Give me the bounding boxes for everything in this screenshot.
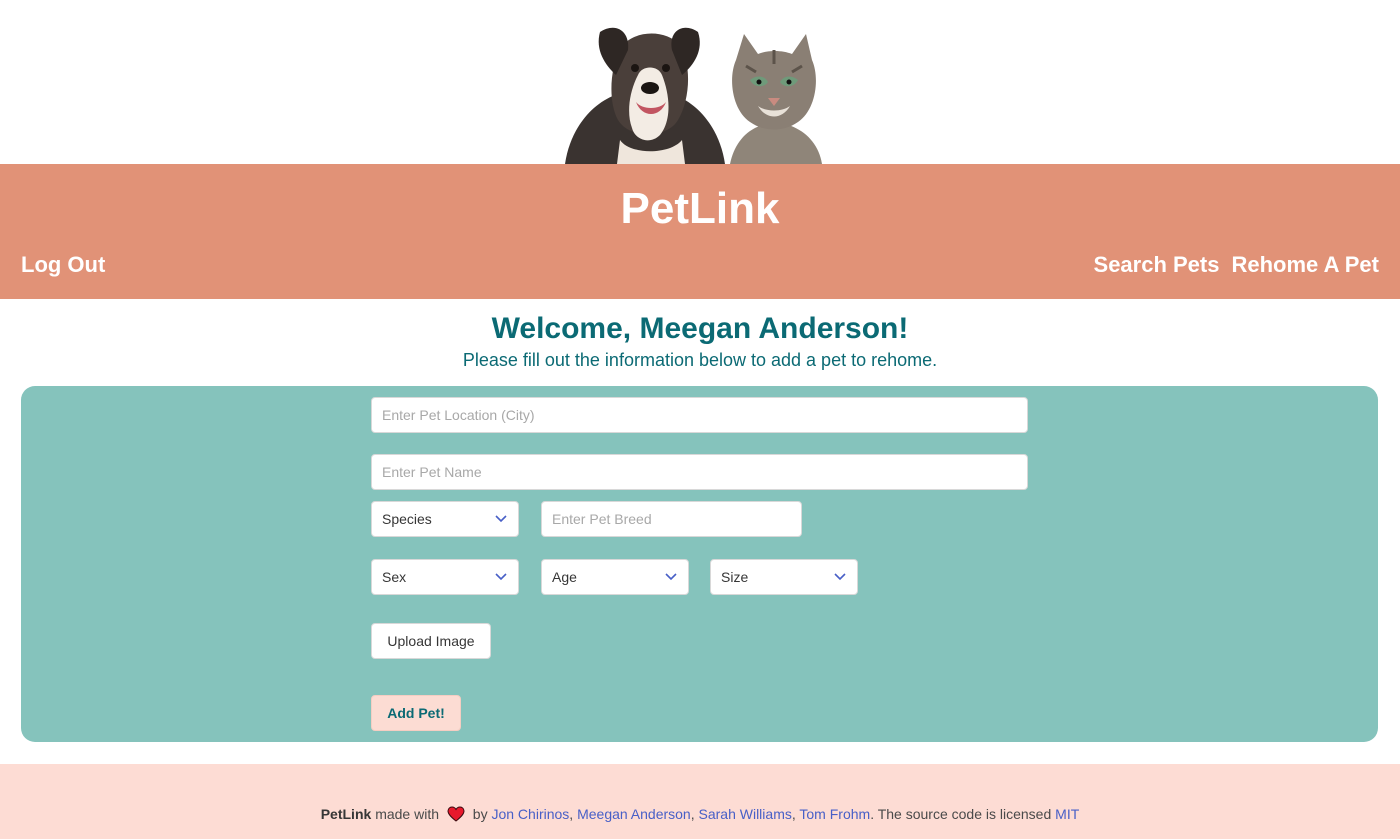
nav-right-links: Search Pets Rehome A Pet (1094, 252, 1379, 278)
species-select-value: Species (382, 511, 432, 527)
cat-illustration (730, 34, 822, 164)
pets-banner-image (565, 27, 822, 164)
footer: PetLink made with by Jon Chirinos, Meega… (0, 764, 1400, 839)
species-select[interactable]: Species (371, 501, 519, 537)
license-link-mit[interactable]: MIT (1055, 806, 1079, 822)
footer-by: by (472, 806, 488, 822)
welcome-heading: Welcome, Meegan Anderson! (491, 312, 909, 345)
size-select[interactable]: Size (710, 559, 858, 595)
chevron-down-icon (494, 570, 508, 584)
chevron-down-icon (664, 570, 678, 584)
author-link-jon-chirinos[interactable]: Jon Chirinos (491, 806, 569, 822)
age-select-value: Age (552, 569, 577, 585)
logout-link[interactable]: Log Out (21, 252, 105, 278)
add-pet-button[interactable]: Add Pet! (371, 695, 461, 731)
dog-illustration (565, 27, 725, 164)
welcome-subtitle: Please fill out the information below to… (462, 350, 938, 370)
sex-select-value: Sex (382, 569, 407, 585)
age-select[interactable]: Age (541, 559, 689, 595)
rehome-pet-link[interactable]: Rehome A Pet (1231, 252, 1379, 278)
footer-credits: PetLink made with by Jon Chirinos, Meega… (0, 806, 1400, 825)
sex-select[interactable]: Sex (371, 559, 519, 595)
size-select-value: Size (721, 569, 749, 585)
footer-license-text: . The source code is licensed (870, 806, 1052, 822)
add-pet-form: Species Sex Age Size Upload Image Add Pe… (21, 386, 1378, 742)
footer-made-with: made with (375, 806, 439, 822)
hero-banner (0, 0, 1400, 164)
heart-icon (447, 806, 465, 825)
search-pets-link[interactable]: Search Pets (1094, 252, 1220, 278)
upload-image-button[interactable]: Upload Image (371, 623, 491, 659)
navbar: PetLink Log Out Search Pets Rehome A Pet (0, 164, 1400, 299)
chevron-down-icon (494, 512, 508, 526)
pet-breed-input[interactable] (541, 501, 802, 537)
author-link-sarah-williams[interactable]: Sarah Williams (699, 806, 792, 822)
pet-name-input[interactable] (371, 454, 1028, 490)
chevron-down-icon (833, 570, 847, 584)
brand-title[interactable]: PetLink (0, 184, 1400, 234)
footer-brand: PetLink (320, 806, 372, 822)
author-link-tom-frohm[interactable]: Tom Frohm (799, 806, 870, 822)
pet-location-input[interactable] (371, 397, 1028, 433)
author-link-meegan-anderson[interactable]: Meegan Anderson (577, 806, 691, 822)
